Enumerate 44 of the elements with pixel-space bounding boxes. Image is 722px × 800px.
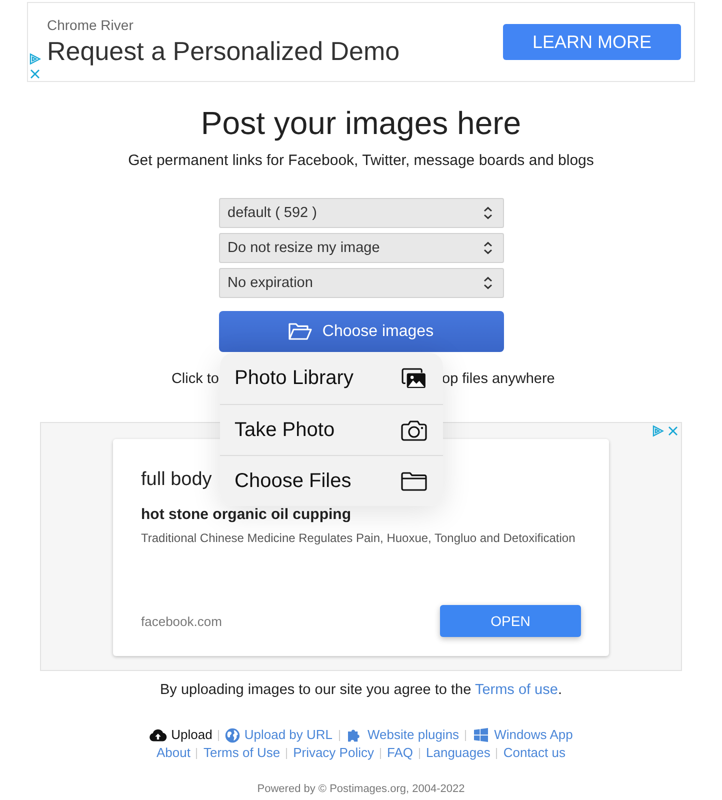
updown-chevron-icon	[482, 276, 492, 290]
terms-notice: By uploading images to our site you agree to the Terms of use.	[159, 681, 563, 700]
photo-stack-icon	[400, 368, 426, 389]
dropdown[interactable]: No expiration	[218, 268, 504, 298]
learn-more-button[interactable]: LEARN MORE	[503, 24, 681, 60]
footer-link[interactable]: Website plugins	[346, 726, 460, 744]
close-icon[interactable]	[667, 425, 679, 437]
copyright-text: Powered by © Postimages.org, 2004-2022	[256, 782, 466, 796]
hint-text: Click to	[171, 370, 219, 389]
updown-chevron-icon	[482, 241, 492, 255]
folder-icon	[400, 470, 426, 492]
ad-subheadline: hot stone organic oil cupping	[141, 505, 351, 525]
window-grid-icon	[472, 728, 490, 742]
page-title: Post your images here	[200, 104, 522, 143]
dropdown[interactable]: default ( 592 )	[218, 198, 504, 228]
ad-headline: full body	[141, 468, 212, 492]
page-subtitle: Get permanent links for Facebook, Twitter, message boards and blogs	[127, 151, 595, 171]
camera-icon	[400, 420, 426, 440]
open-button[interactable]: OPEN	[440, 605, 581, 637]
globe-icon	[225, 728, 240, 742]
close-icon[interactable]	[29, 68, 41, 80]
footer-link[interactable]: Terms of Use	[203, 744, 280, 762]
choose-images-button[interactable]: Choose images	[218, 311, 504, 352]
advertiser-name: Chrome River	[47, 16, 134, 34]
footer-link[interactable]: Languages	[426, 744, 490, 762]
footer-link[interactable]: Windows App	[472, 726, 573, 744]
menu-item[interactable]: Photo Library	[220, 353, 442, 404]
ad-description: Traditional Chinese Medicine Regulates Pain, Huoxue, Tongluo and Detoxification	[141, 530, 576, 547]
footer-link[interactable]: FAQ	[386, 744, 413, 762]
footer-link[interactable]: Privacy Policy	[293, 744, 374, 762]
ad-headline: Request a Personalized Demo	[47, 35, 401, 67]
cloud-upload-icon	[149, 728, 168, 742]
hint-text: op files anywhere	[442, 370, 555, 389]
play-triangle-icon[interactable]	[652, 425, 664, 437]
dropdown[interactable]: Do not resize my image	[218, 233, 504, 263]
terms-link[interactable]: Terms of use	[474, 682, 558, 698]
folder-icon	[288, 322, 312, 341]
play-triangle-icon[interactable]	[29, 53, 41, 65]
ad-domain: facebook.com	[141, 614, 222, 628]
updown-chevron-icon	[482, 206, 492, 220]
footer-link[interactable]: About	[156, 744, 190, 762]
footer-link[interactable]: Upload	[149, 726, 212, 744]
footer-link[interactable]: Upload by URL	[225, 726, 333, 744]
footer-link[interactable]: Contact us	[503, 744, 566, 762]
